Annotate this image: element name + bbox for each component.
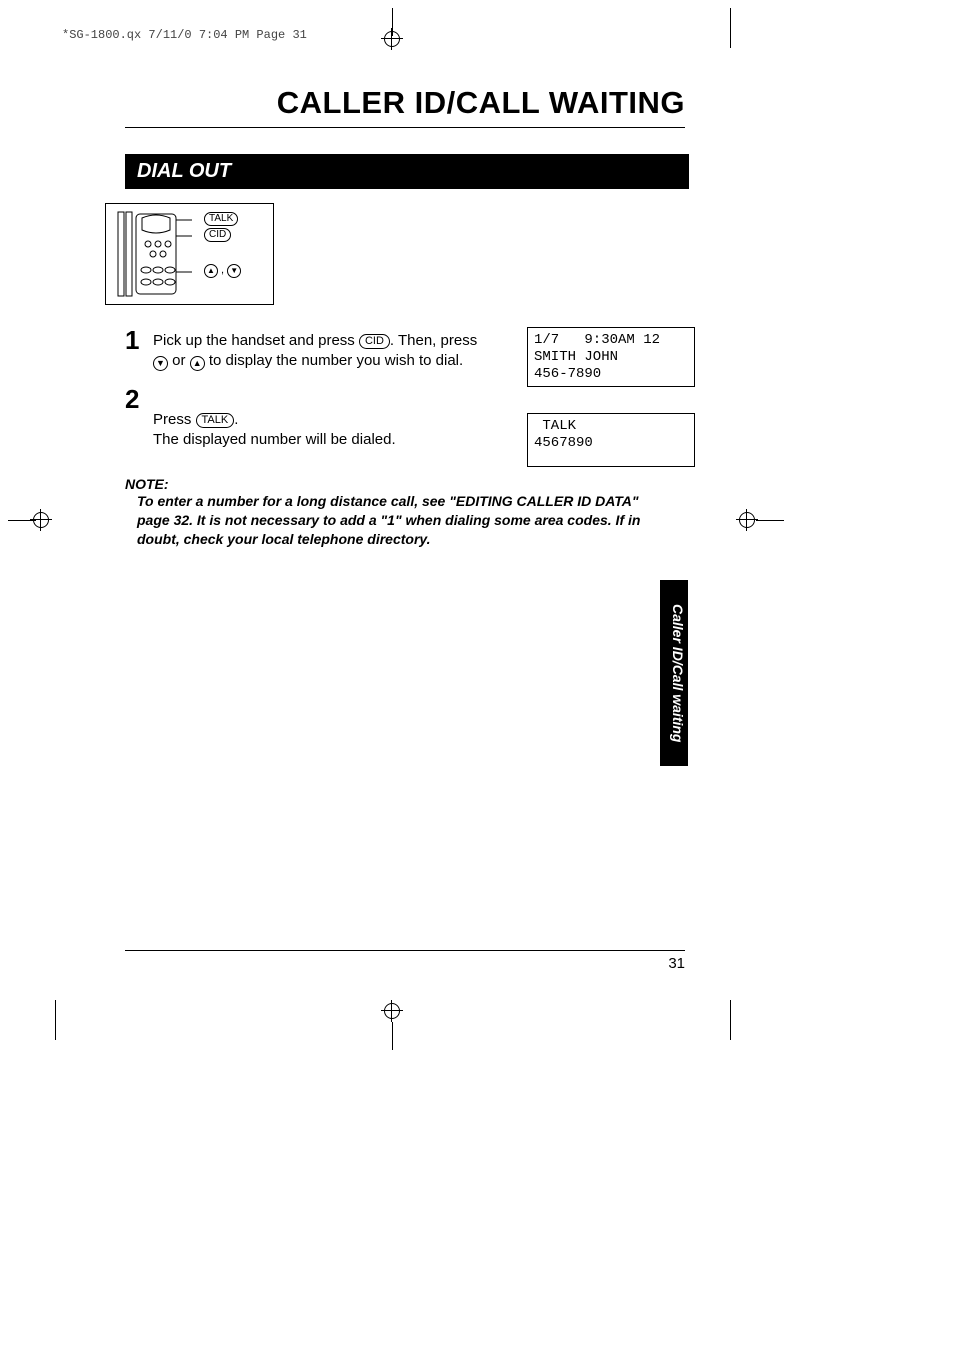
talk-button-label: TALK (204, 212, 238, 226)
note-body: To enter a number for a long distance ca… (137, 492, 657, 549)
footer-rule (125, 950, 685, 951)
crop-mark (55, 1000, 56, 1040)
section-tab: Caller ID/Call waiting (660, 580, 688, 766)
crop-mark (730, 1000, 731, 1040)
crop-mark (392, 1022, 393, 1050)
text: Pick up the handset and press (153, 332, 359, 349)
crop-mark (756, 520, 784, 521)
text: or (168, 352, 190, 369)
up-arrow-icon: ▲ (190, 356, 205, 371)
down-arrow-icon: ▼ (153, 356, 168, 371)
title-rule (125, 127, 685, 128)
text: Press (153, 411, 196, 428)
print-slug: *SG-1800.qx 7/11/0 7:04 PM Page 31 (62, 28, 307, 42)
steps-area: 1/7 9:30AM 12 SMITH JOHN 456-7890 TALK 4… (125, 327, 685, 450)
note-label: NOTE: (125, 476, 685, 492)
handset-diagram: TALK CID ▲ , ▼ (105, 203, 274, 305)
lcd-display-2: TALK 4567890 (527, 413, 695, 467)
text: . Then, press (390, 332, 477, 349)
handset-illustration (114, 210, 192, 298)
page-number: 31 (125, 955, 685, 972)
page-title: CALLER ID/CALL WAITING (125, 85, 685, 121)
text: to display the number you wish to dial. (205, 352, 463, 369)
talk-button-inline: TALK (196, 413, 235, 428)
crop-mark (730, 8, 731, 48)
page-content: CALLER ID/CALL WAITING DIAL OUT TALK CID (125, 85, 685, 549)
down-arrow-icon: ▼ (227, 264, 241, 278)
arrow-labels: ▲ , ▼ (204, 264, 241, 278)
cid-button-label: CID (204, 228, 231, 242)
register-mark (381, 28, 403, 50)
up-arrow-icon: ▲ (204, 264, 218, 278)
page-footer: 31 (125, 950, 685, 972)
section-heading: DIAL OUT (125, 154, 689, 189)
register-mark (736, 509, 758, 531)
step-number: 1 (125, 327, 153, 353)
step-text: Pick up the handset and press CID. Then,… (153, 327, 493, 372)
cid-button-inline: CID (359, 334, 390, 349)
register-mark (30, 509, 52, 531)
register-mark (381, 1000, 403, 1022)
step-number: 2 (125, 386, 153, 412)
step-text: Press TALK. The displayed number will be… (153, 386, 493, 451)
lcd-display-1: 1/7 9:30AM 12 SMITH JOHN 456-7890 (527, 327, 695, 387)
